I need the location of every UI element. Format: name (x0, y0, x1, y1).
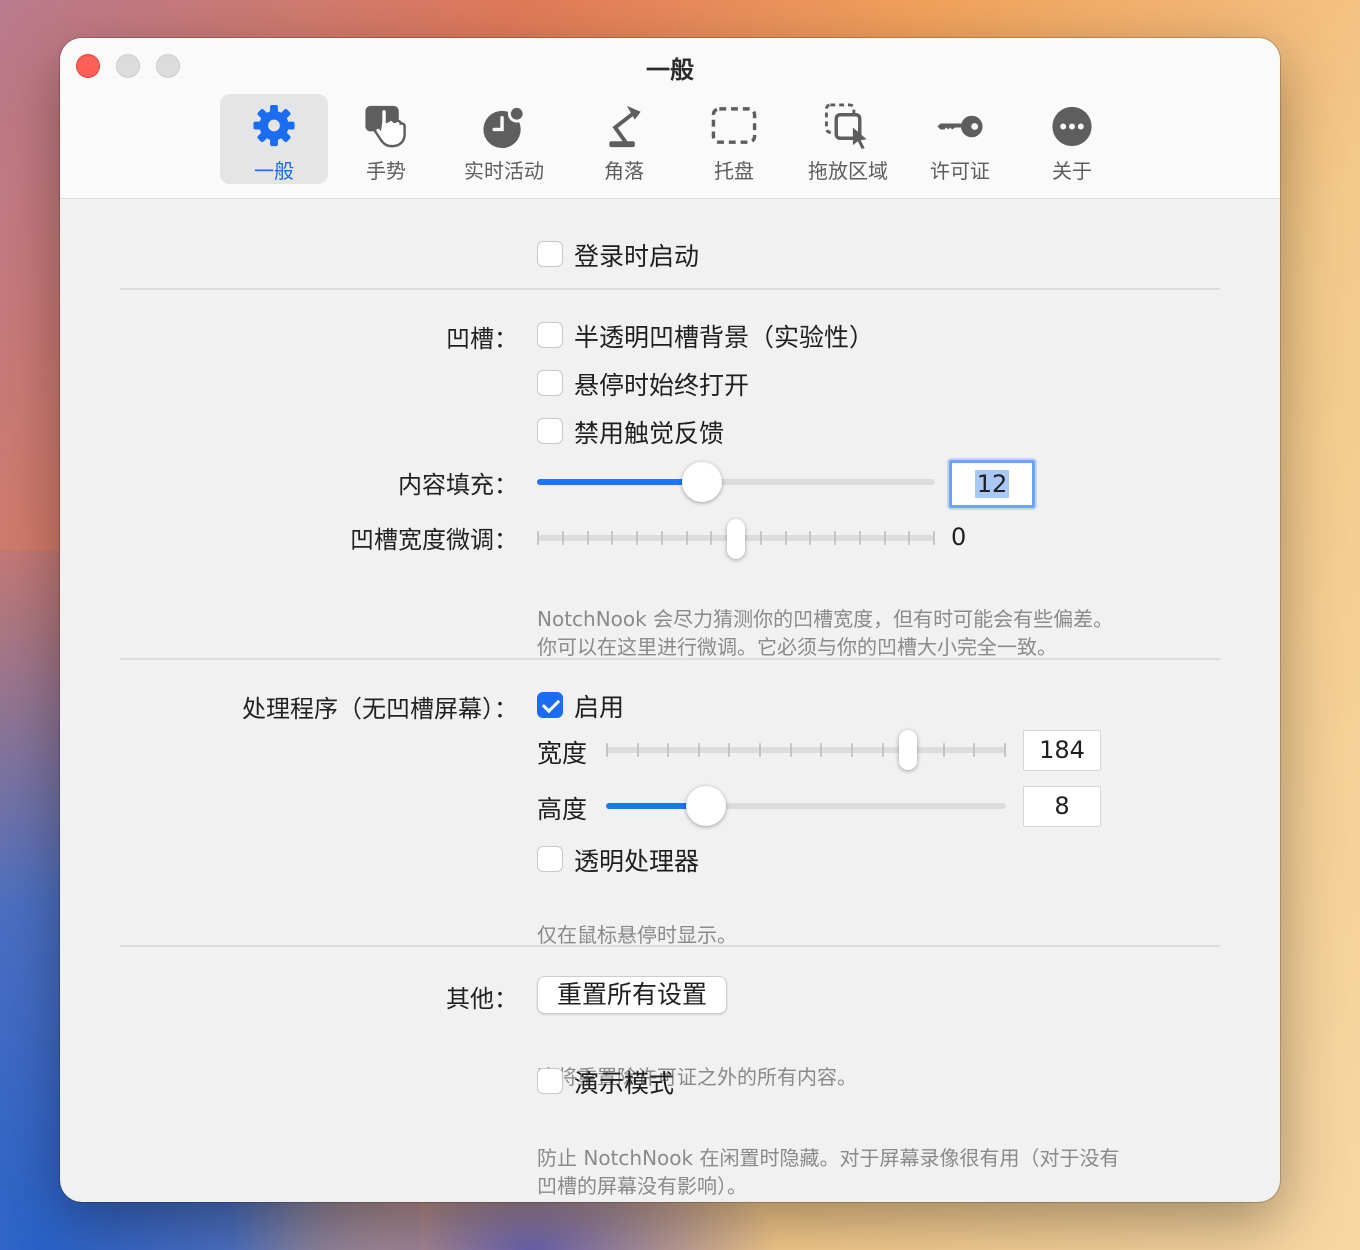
slider-tick (636, 743, 639, 757)
slider-tick (834, 531, 836, 545)
slider-tick (1004, 743, 1006, 757)
hand-pointer-icon (365, 105, 406, 148)
tab-label: 实时活动 (464, 159, 544, 183)
tab-label: 托盘 (714, 159, 754, 183)
launch-at-login-label[interactable]: 登录时启动 (574, 237, 699, 273)
demo-mode-hint-line2: 凹槽的屏幕没有影响）。 (537, 1174, 747, 1198)
slider-tick (660, 531, 663, 545)
desk-lamp-icon (609, 105, 641, 148)
notch-width-hint-line2: 你可以在这里进行微调。它必须与你的凹槽大小完全一致。 (537, 635, 1057, 659)
gear-icon (253, 104, 295, 147)
slider-fill (537, 479, 703, 485)
slider-tick (636, 531, 638, 545)
tab-label: 关于 (1052, 159, 1092, 183)
tab-drop-zone[interactable]: 拖放区域 (788, 94, 908, 184)
clock-badge-icon (483, 104, 526, 149)
slider-tick (759, 531, 762, 545)
slider-tick (784, 531, 787, 545)
handler-height-input[interactable]: 8 (1023, 786, 1101, 827)
slider-tick (697, 743, 700, 757)
disable-haptics-label[interactable]: 禁用触觉反馈 (574, 414, 724, 450)
slider-tick (667, 743, 670, 757)
slider-tick (850, 743, 853, 757)
handler-section-label: 处理程序（无凹槽屏幕）： (242, 695, 518, 723)
key-icon (937, 115, 983, 138)
hover-open-checkbox[interactable] (537, 370, 563, 396)
slider-tick (537, 531, 539, 545)
handler-width-slider-knob[interactable] (899, 730, 917, 770)
tab-license[interactable]: 许可证 (906, 94, 1014, 184)
notch-section-label: 凹槽： (446, 325, 518, 353)
slider-tick (908, 531, 911, 545)
tab-label: 手势 (366, 159, 406, 183)
drag-select-icon (824, 103, 867, 150)
slider-tick (759, 743, 762, 757)
slider-tick (883, 531, 886, 545)
slider-tick (710, 531, 713, 545)
tab-live-activities[interactable]: 实时活动 (446, 94, 562, 184)
hover-open-label[interactable]: 悬停时始终打开 (574, 366, 749, 402)
handler-width-input[interactable]: 184 (1023, 730, 1101, 771)
slider-tick (858, 531, 861, 545)
handler-height-slider[interactable] (606, 803, 1006, 809)
tab-general[interactable]: 一般 (220, 94, 328, 184)
handler-height-label: 高度 (537, 795, 588, 824)
slider-tick (809, 531, 812, 545)
ellipsis-circle-icon (1052, 106, 1092, 147)
tab-tray[interactable]: 托盘 (680, 94, 788, 184)
demo-mode-label[interactable]: 演示模式 (574, 1064, 674, 1100)
section-divider (120, 945, 1220, 947)
slider-tick (561, 531, 564, 545)
tab-corners[interactable]: 角落 (570, 94, 678, 184)
section-divider (120, 658, 1220, 660)
transparent-handler-label[interactable]: 透明处理器 (574, 842, 699, 878)
slider-tick (881, 743, 884, 757)
tab-label: 一般 (254, 159, 294, 183)
slider-tick (606, 743, 608, 757)
slider-tick (685, 531, 688, 545)
handler-enable-checkbox[interactable] (537, 692, 563, 718)
notch-width-adjust-value: 0 (951, 523, 967, 551)
slider-tick (820, 743, 823, 757)
disable-haptics-checkbox[interactable] (537, 418, 563, 444)
title-bar: 一般 一般 手势 实时活动 角落 托盘 拖放区域 许可证 关于 (60, 38, 1280, 199)
reset-all-settings-button[interactable]: 重置所有设置 (537, 976, 727, 1014)
tab-label: 角落 (604, 159, 644, 183)
window-title: 一般 (646, 56, 694, 84)
demo-mode-hint-line1: 防止 NotchNook 在闲置时隐藏。对于屏幕录像很有用（对于没有 (537, 1146, 1120, 1170)
tab-label: 拖放区域 (808, 159, 888, 183)
general-settings-pane: 登录时启动 凹槽： 半透明凹槽背景（实验性） 悬停时始终打开 禁用触觉反馈 内容… (60, 199, 1280, 1202)
translucent-notch-checkbox[interactable] (537, 322, 563, 348)
slider-tick (942, 743, 945, 757)
tab-label: 许可证 (930, 159, 990, 183)
notch-width-hint-line1: NotchNook 会尽力猜测你的凹槽宽度，但有时可能会有些偏差。 (537, 607, 1114, 631)
transparent-handler-checkbox[interactable] (537, 846, 563, 872)
slider-tick (586, 531, 589, 545)
translucent-notch-label[interactable]: 半透明凹槽背景（实验性） (574, 318, 874, 354)
slider-tick (611, 531, 614, 545)
handler-width-value: 184 (1039, 736, 1085, 764)
handler-width-slider[interactable] (606, 747, 1006, 753)
slider-tick (933, 531, 935, 545)
notch-width-adjust-slider-knob[interactable] (727, 519, 745, 559)
content-padding-slider-knob[interactable] (682, 462, 723, 502)
tab-about[interactable]: 关于 (1018, 94, 1126, 184)
handler-height-slider-knob[interactable] (686, 786, 726, 826)
notch-width-adjust-label: 凹槽宽度微调： (350, 526, 518, 554)
dashed-rectangle-icon (711, 107, 757, 144)
demo-mode-checkbox[interactable] (537, 1068, 563, 1094)
settings-window: 一般 一般 手势 实时活动 角落 托盘 拖放区域 许可证 关于 登录时启动 凹槽… (60, 38, 1280, 1202)
content-padding-slider[interactable] (537, 479, 935, 485)
handler-height-value: 8 (1054, 792, 1070, 820)
padding-value-text: 12 (974, 470, 1010, 498)
content-padding-input[interactable]: 12 (949, 460, 1035, 508)
content-padding-label: 内容填充： (398, 471, 518, 499)
launch-at-login-checkbox[interactable] (537, 241, 563, 267)
handler-width-label: 宽度 (537, 739, 588, 768)
section-divider (120, 288, 1220, 290)
handler-enable-label[interactable]: 启用 (574, 688, 624, 724)
other-section-label: 其他： (446, 985, 518, 1013)
tab-gestures[interactable]: 手势 (332, 94, 440, 184)
slider-tick (789, 743, 792, 757)
